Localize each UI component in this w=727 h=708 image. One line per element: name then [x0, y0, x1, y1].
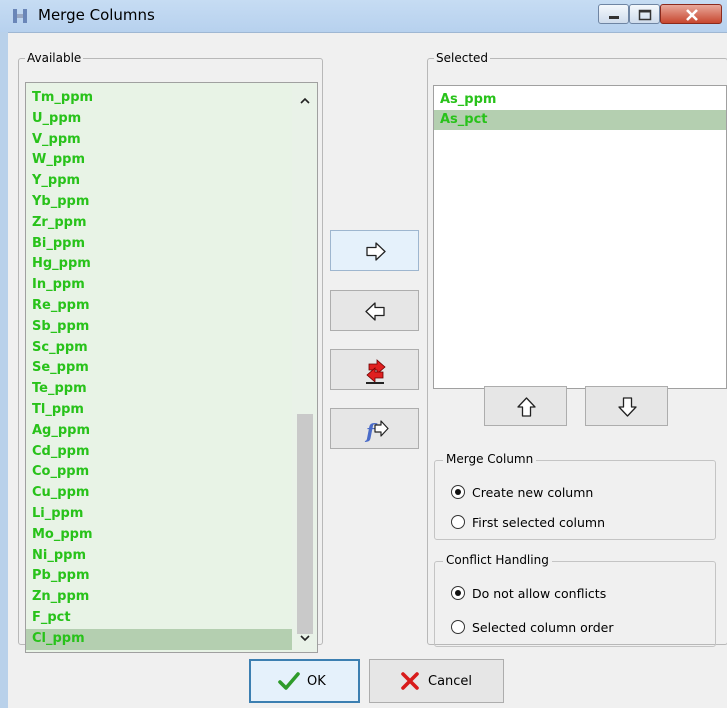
- radio-button[interactable]: [451, 586, 465, 600]
- close-icon: [686, 9, 698, 21]
- radio-selected-column-order[interactable]: Selected column order: [451, 617, 613, 637]
- selected-listbox[interactable]: As_ppm As_pct: [433, 85, 727, 389]
- remove-all-icon: [366, 359, 386, 384]
- selected-items: As_ppm As_pct: [434, 90, 726, 130]
- cancel-button[interactable]: Cancel: [369, 659, 504, 703]
- list-item[interactable]: V_ppm: [26, 130, 292, 151]
- list-item[interactable]: As_ppm: [434, 90, 726, 110]
- maximize-button[interactable]: [629, 4, 660, 24]
- move-up-button[interactable]: [484, 386, 567, 426]
- minimize-button[interactable]: [598, 4, 629, 24]
- list-item[interactable]: F_pct: [26, 608, 292, 629]
- list-item[interactable]: In_ppm: [26, 275, 292, 296]
- list-item[interactable]: Ni_ppm: [26, 546, 292, 567]
- radio-button[interactable]: [451, 485, 465, 499]
- conflict-handling-caption: Conflict Handling: [443, 553, 552, 567]
- radio-label: Create new column: [472, 484, 594, 500]
- list-item[interactable]: Yb_ppm: [26, 192, 292, 213]
- formula-column-button[interactable]: f: [330, 408, 419, 449]
- list-item[interactable]: Li_ppm: [26, 504, 292, 525]
- maximize-icon: [638, 9, 652, 21]
- selected-group: Selected As_ppm As_pct Merge Column Creat…: [427, 51, 727, 647]
- radio-first-selected-column[interactable]: First selected column: [451, 512, 605, 532]
- merge-column-group: Merge Column Create new column First sel…: [434, 452, 716, 540]
- list-item[interactable]: Re_ppm: [26, 296, 292, 317]
- title-bar[interactable]: Merge Columns: [0, 0, 727, 33]
- scroll-down-icon[interactable]: [299, 632, 311, 644]
- formula-arrow-icon: f: [364, 419, 389, 443]
- list-item[interactable]: Zn_ppm: [26, 587, 292, 608]
- remove-column-button[interactable]: [330, 290, 419, 331]
- merge-column-caption: Merge Column: [443, 452, 537, 466]
- list-item[interactable]: Ag_ppm: [26, 421, 292, 442]
- merge-columns-window: Merge Columns Available Tm_ppm U_ppm V_ppm…: [0, 0, 727, 708]
- ok-button[interactable]: OK: [249, 659, 360, 703]
- merge-columns-app-icon: [13, 9, 27, 23]
- list-item[interactable]: Y_ppm: [26, 171, 292, 192]
- list-item[interactable]: Tl_ppm: [26, 400, 292, 421]
- arrow-left-icon: [365, 302, 385, 321]
- list-item[interactable]: As_pct: [434, 110, 726, 130]
- list-item[interactable]: Sb_ppm: [26, 317, 292, 338]
- list-item[interactable]: Cd_ppm: [26, 442, 292, 463]
- available-items: Tm_ppm U_ppm V_ppm W_ppm Y_ppm Yb_ppm Zr_ppm Bi…: [26, 88, 292, 650]
- radio-button[interactable]: [451, 620, 465, 634]
- cancel-x-icon: [401, 672, 419, 690]
- list-item[interactable]: Bi_ppm: [26, 234, 292, 255]
- list-item[interactable]: Sc_ppm: [26, 338, 292, 359]
- radio-label: First selected column: [472, 514, 606, 530]
- window-border: [0, 32, 8, 708]
- list-item[interactable]: Hg_ppm: [26, 254, 292, 275]
- window-title: Merge Columns: [38, 6, 155, 24]
- available-scrollbar[interactable]: [292, 83, 317, 652]
- list-item[interactable]: U_ppm: [26, 109, 292, 130]
- radio-create-new-column[interactable]: Create new column: [451, 482, 593, 502]
- radio-do-not-allow-conflicts[interactable]: Do not allow conflicts: [451, 583, 606, 603]
- close-button[interactable]: [660, 4, 722, 24]
- list-item[interactable]: Co_ppm: [26, 462, 292, 483]
- available-listbox[interactable]: Tm_ppm U_ppm V_ppm W_ppm Y_ppm Yb_ppm Zr_ppm Bi…: [25, 82, 318, 653]
- available-legend: Available: [27, 51, 82, 65]
- arrow-right-icon: [366, 242, 386, 261]
- list-item[interactable]: Zr_ppm: [26, 213, 292, 234]
- ok-label: OK: [307, 673, 326, 689]
- list-item[interactable]: Se_ppm: [26, 358, 292, 379]
- scrollbar-thumb[interactable]: [297, 414, 313, 634]
- minimize-icon: [609, 16, 619, 19]
- cancel-label: Cancel: [428, 673, 473, 689]
- remove-all-button[interactable]: [330, 349, 419, 390]
- radio-button[interactable]: [451, 515, 465, 529]
- list-item[interactable]: Te_ppm: [26, 379, 292, 400]
- radio-label: Do not allow conflicts: [472, 585, 607, 601]
- arrow-down-icon: [618, 397, 637, 417]
- list-item[interactable]: Cu_ppm: [26, 483, 292, 504]
- selected-legend: Selected: [436, 51, 489, 65]
- list-item[interactable]: Mo_ppm: [26, 525, 292, 546]
- conflict-handling-group: Conflict Handling Do not allow conflicts…: [434, 553, 716, 647]
- list-item[interactable]: Tm_ppm: [26, 88, 292, 109]
- add-column-button[interactable]: [330, 230, 419, 271]
- arrow-up-icon: [517, 397, 536, 417]
- checkmark-icon: [278, 672, 300, 690]
- list-item[interactable]: Cl_ppm: [26, 628, 292, 650]
- move-down-button[interactable]: [585, 386, 668, 426]
- radio-label: Selected column order: [472, 619, 614, 635]
- list-item[interactable]: W_ppm: [26, 150, 292, 171]
- scroll-up-icon[interactable]: [299, 95, 311, 107]
- available-group: Available Tm_ppm U_ppm V_ppm W_ppm Y_ppm Yb_p…: [18, 51, 323, 653]
- list-item[interactable]: Pb_ppm: [26, 566, 292, 587]
